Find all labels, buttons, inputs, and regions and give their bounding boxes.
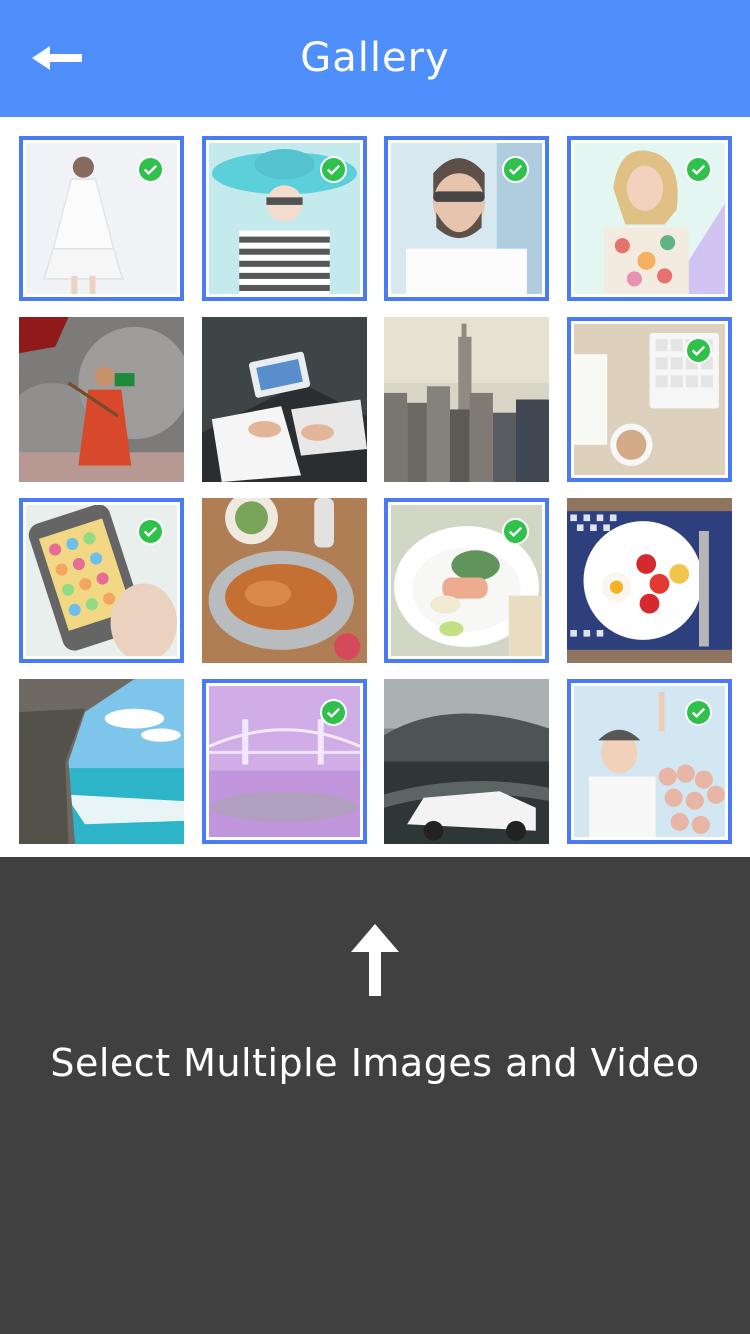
- gallery-item[interactable]: [566, 136, 732, 301]
- arrow-up-icon: [351, 924, 399, 996]
- check-icon: [319, 699, 347, 726]
- gallery-item[interactable]: [384, 317, 550, 482]
- app-header: Gallery: [0, 0, 750, 117]
- instruction-caption: Select Multiple Images and Video: [50, 1041, 700, 1085]
- check-icon: [502, 156, 530, 183]
- gallery-item[interactable]: [19, 498, 184, 663]
- thumbnail-image: [201, 498, 367, 663]
- gallery-item[interactable]: [201, 498, 367, 663]
- check-icon: [319, 156, 347, 183]
- gallery-item[interactable]: [566, 498, 732, 663]
- gallery-item[interactable]: [201, 679, 367, 844]
- thumbnail-image: [566, 498, 732, 663]
- thumbnail-image: [19, 317, 184, 482]
- check-icon: [684, 156, 712, 183]
- thumbnail-image: [19, 679, 184, 844]
- gallery-item[interactable]: [384, 136, 550, 301]
- check-icon: [137, 518, 164, 545]
- gallery-item[interactable]: [384, 679, 550, 844]
- check-icon: [684, 699, 712, 726]
- thumbnail-image: [384, 679, 550, 844]
- check-icon: [502, 518, 530, 545]
- thumbnail-image: [384, 317, 550, 482]
- thumbnail-image: [201, 317, 367, 482]
- check-icon: [137, 156, 164, 183]
- gallery-item[interactable]: [566, 317, 732, 482]
- gallery-item[interactable]: [384, 498, 550, 663]
- gallery-item[interactable]: [19, 317, 184, 482]
- check-icon: [684, 337, 712, 364]
- gallery-item[interactable]: [201, 317, 367, 482]
- page-title: Gallery: [300, 35, 450, 81]
- gallery-item[interactable]: [201, 136, 367, 301]
- gallery-item[interactable]: [566, 679, 732, 844]
- gallery-item[interactable]: [19, 679, 184, 844]
- gallery-grid: [19, 136, 732, 844]
- gallery-item[interactable]: [19, 136, 184, 301]
